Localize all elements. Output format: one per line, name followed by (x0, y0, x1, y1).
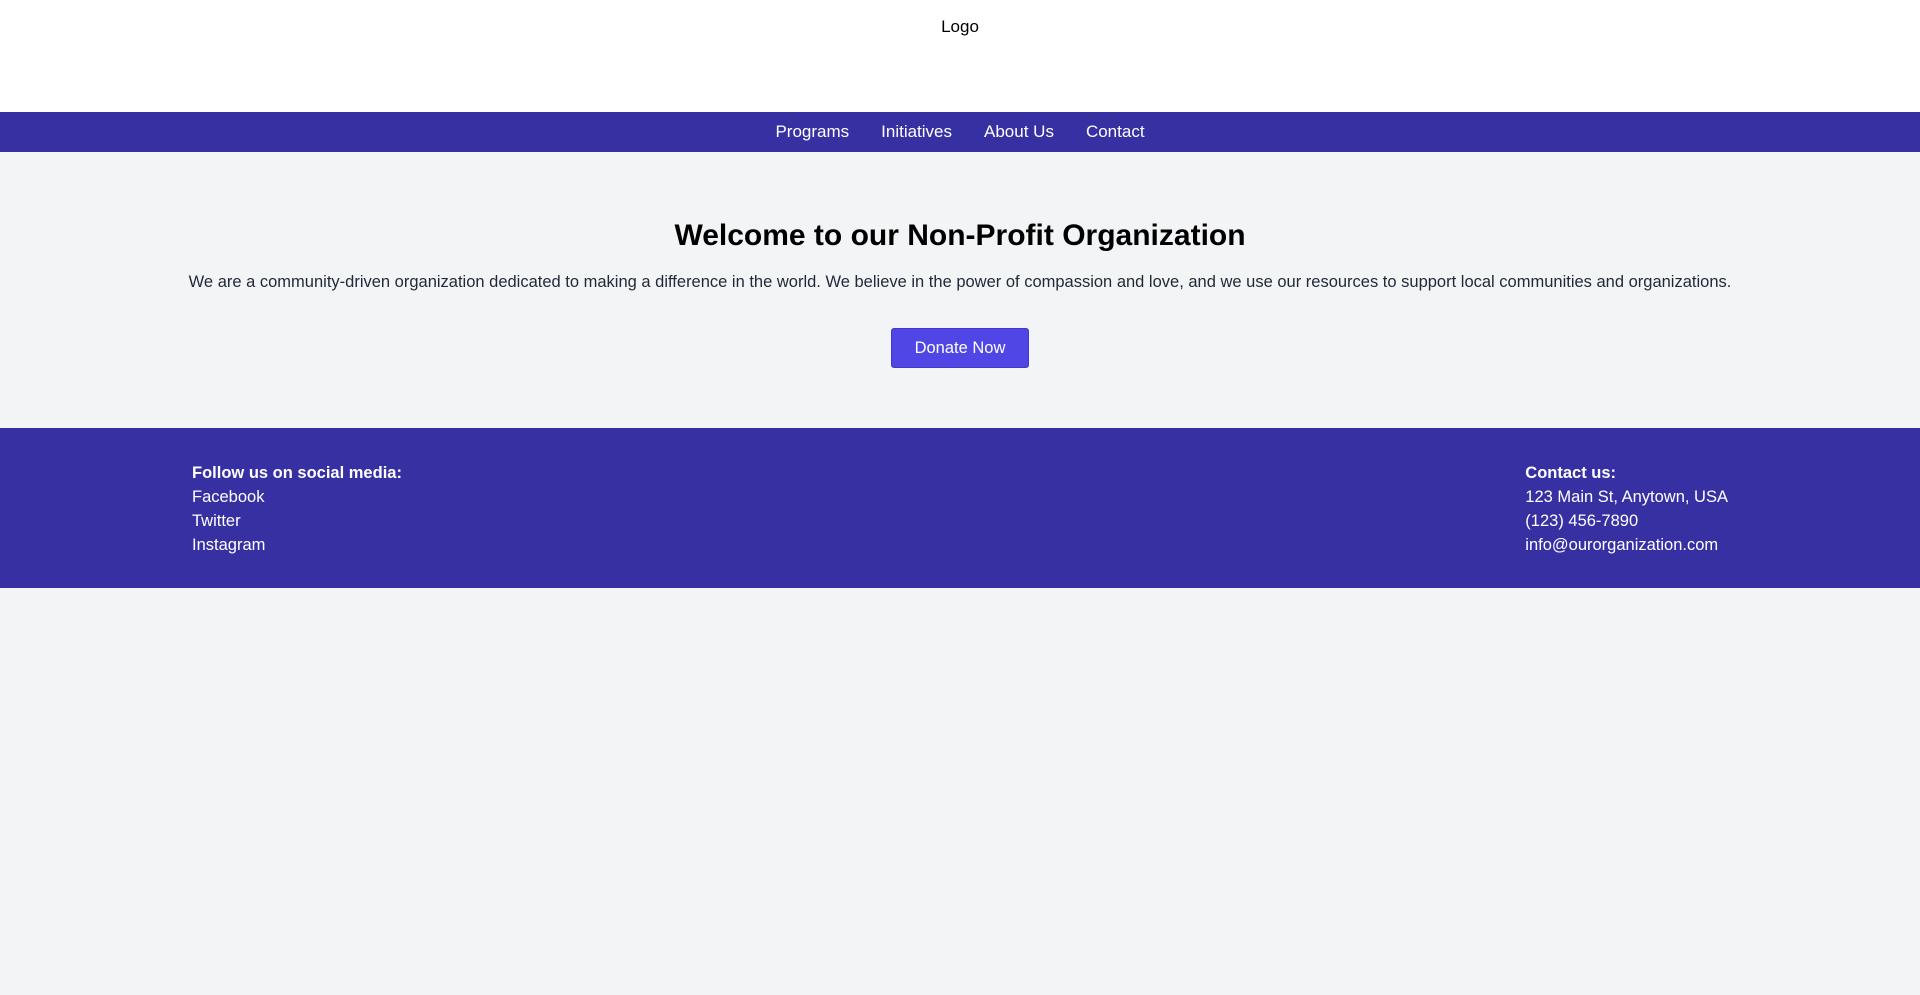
nav-item-programs[interactable]: Programs (775, 122, 849, 142)
donate-button[interactable]: Donate Now (891, 328, 1029, 368)
hero-section: Welcome to our Non-Profit Organization W… (0, 152, 1920, 428)
footer-contact: Contact us: 123 Main St, Anytown, USA (1… (1525, 461, 1728, 588)
site-footer: Follow us on social media: Facebook Twit… (0, 428, 1920, 588)
facebook-link[interactable]: Facebook (192, 485, 402, 509)
nav-item-initiatives[interactable]: Initiatives (881, 122, 952, 142)
contact-email: info@ourorganization.com (1525, 536, 1719, 554)
hero-title: Welcome to our Non-Profit Organization (674, 219, 1246, 252)
contact-heading: Contact us: (1525, 464, 1617, 482)
footer-social: Follow us on social media: Facebook Twit… (192, 461, 402, 588)
main-nav: Programs Initiatives About Us Contact (0, 112, 1920, 152)
nav-item-about-us[interactable]: About Us (984, 122, 1054, 142)
logo[interactable]: Logo (0, 17, 1920, 37)
hero-description: We are a community-driven organization d… (188, 273, 1732, 291)
contact-phone: (123) 456-7890 (1525, 512, 1639, 530)
social-heading: Follow us on social media: (192, 464, 402, 482)
twitter-link[interactable]: Twitter (192, 509, 402, 533)
contact-address: 123 Main St, Anytown, USA (1525, 488, 1728, 506)
instagram-link[interactable]: Instagram (192, 533, 402, 557)
nav-item-contact[interactable]: Contact (1086, 122, 1145, 142)
site-header: Logo (0, 0, 1920, 112)
